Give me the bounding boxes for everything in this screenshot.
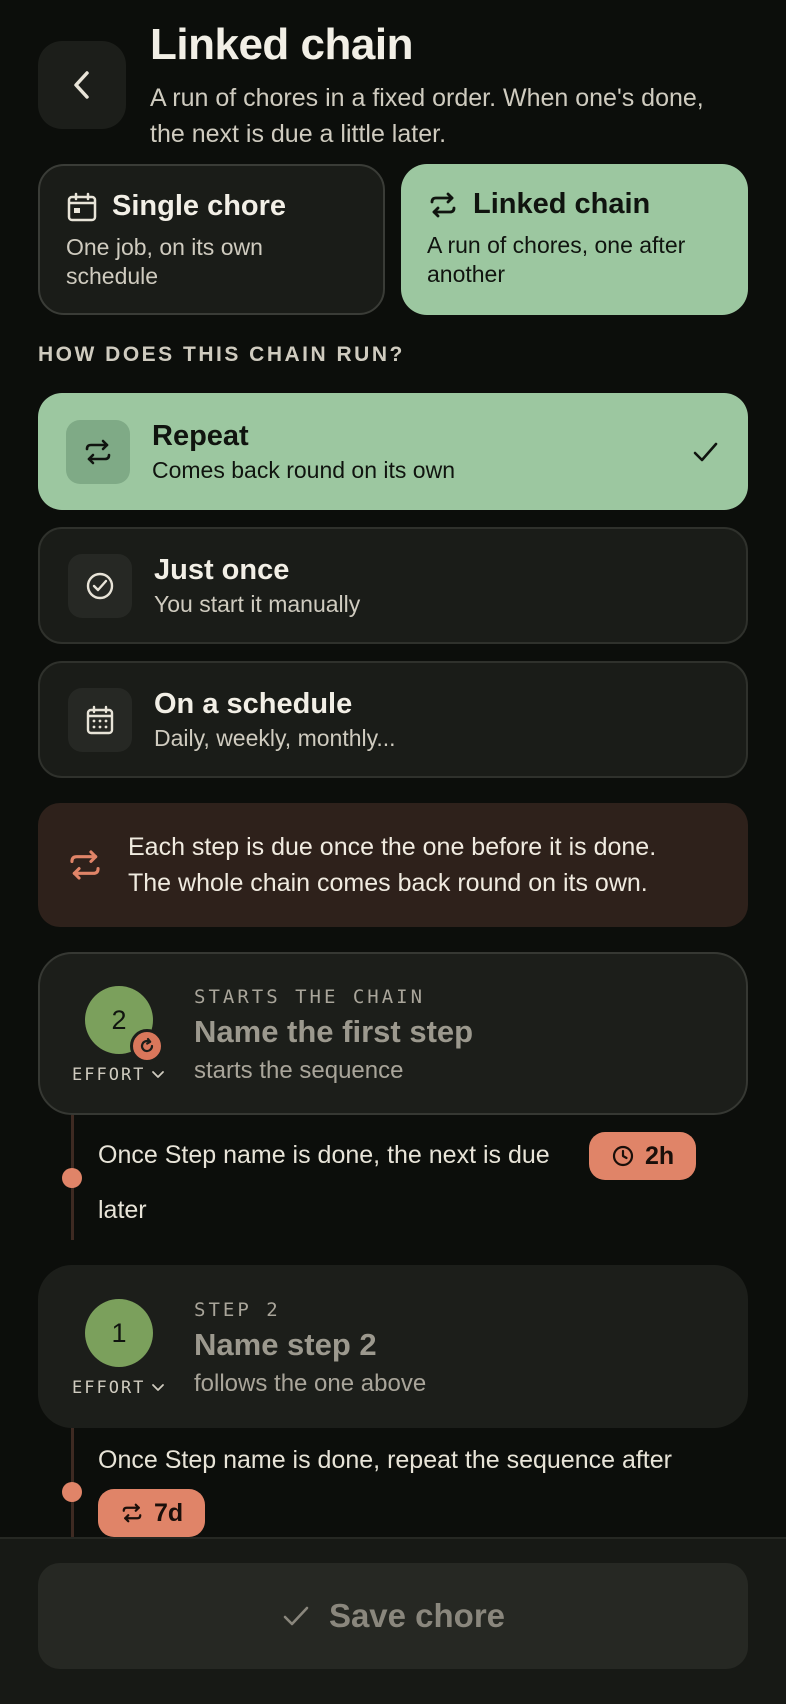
chain-dot xyxy=(62,1168,82,1188)
chevron-down-icon xyxy=(152,1071,165,1078)
page-title: Linked chain xyxy=(150,20,413,69)
repeat-icon xyxy=(85,439,111,464)
info-line-2: The whole chain comes back round on its … xyxy=(128,869,648,897)
single-chore-description: One job, on its own schedule xyxy=(66,234,263,289)
effort-dropdown[interactable]: EFFORT xyxy=(72,1378,165,1398)
page-subtitle: A run of chores in a fixed order. When o… xyxy=(150,84,704,148)
recurring-badge xyxy=(130,1029,164,1063)
option-title: Just once xyxy=(154,553,290,586)
calendar-icon xyxy=(67,192,97,221)
clock-icon xyxy=(612,1145,634,1167)
delay-value: 2h xyxy=(645,1141,675,1170)
step-kicker: STARTS THE CHAIN xyxy=(194,986,426,1008)
back-button[interactable] xyxy=(38,41,126,129)
repeat-interval-pill[interactable]: 7d xyxy=(98,1489,206,1537)
single-chore-label: Single chore xyxy=(112,190,287,222)
chevron-left-icon xyxy=(74,71,89,99)
calendar-grid-icon xyxy=(86,705,114,734)
step-card[interactable]: 2 EFFORT STARTS THE CHAIN Name the first… xyxy=(38,952,748,1115)
section-label: HOW DOES THIS CHAIN RUN? xyxy=(38,343,405,366)
save-button-label: Save chore xyxy=(328,1597,506,1634)
step-subtitle: follows the one above xyxy=(194,1370,427,1397)
option-title: On a schedule xyxy=(154,687,353,720)
repeat-interval-value: 7d xyxy=(154,1498,184,1527)
save-button[interactable]: Save chore xyxy=(38,1563,748,1669)
repeat-icon xyxy=(122,1503,142,1523)
effort-value: 1 xyxy=(111,1317,127,1348)
chain-dot xyxy=(62,1482,82,1502)
delay-pill[interactable]: 2h xyxy=(589,1132,697,1180)
option-repeat[interactable]: Repeat Comes back round on its own xyxy=(38,393,748,510)
option-title: Repeat xyxy=(152,419,249,452)
effort-indicator[interactable]: 1 xyxy=(85,1299,153,1367)
linked-chain-description: A run of chores, one after another xyxy=(427,232,686,287)
step-subtitle: starts the sequence xyxy=(194,1057,404,1084)
info-line-1: Each step is due once the one before it … xyxy=(128,833,657,861)
option-subtitle: Comes back round on its own xyxy=(152,456,455,483)
step-name-input[interactable]: Name the first step xyxy=(194,1014,473,1050)
info-banner: Each step is due once the one before it … xyxy=(38,803,748,927)
connector-text: Once Step name is done, the next is due xyxy=(98,1141,550,1169)
option-on-a-schedule[interactable]: On a schedule Daily, weekly, monthly... xyxy=(38,661,748,778)
effort-value: 2 xyxy=(111,1004,127,1035)
connector-text-after: later xyxy=(98,1196,147,1224)
step-card[interactable]: 1 EFFORT STEP 2 Name step 2 follows the … xyxy=(38,1265,748,1428)
repeat-icon xyxy=(430,192,456,217)
chevron-down-icon xyxy=(152,1384,165,1391)
option-subtitle: You start it manually xyxy=(154,590,361,617)
option-just-once[interactable]: Just once You start it manually xyxy=(38,527,748,644)
effort-dropdown[interactable]: EFFORT xyxy=(72,1065,165,1085)
check-icon xyxy=(283,1606,309,1626)
option-subtitle: Daily, weekly, monthly... xyxy=(154,724,396,751)
linked-chain-option[interactable]: Linked chain A run of chores, one after … xyxy=(401,164,748,315)
single-chore-option[interactable]: Single chore One job, on its own schedul… xyxy=(38,164,385,315)
step-name-input[interactable]: Name step 2 xyxy=(194,1327,377,1363)
repeat-icon xyxy=(70,850,100,880)
check-circle-icon xyxy=(86,572,114,599)
refresh-icon xyxy=(140,1037,154,1053)
step-kicker: STEP 2 xyxy=(194,1299,281,1321)
linked-chain-label: Linked chain xyxy=(473,188,651,220)
check-icon xyxy=(693,442,718,461)
connector-text: Once Step name is done, repeat the seque… xyxy=(98,1446,672,1474)
